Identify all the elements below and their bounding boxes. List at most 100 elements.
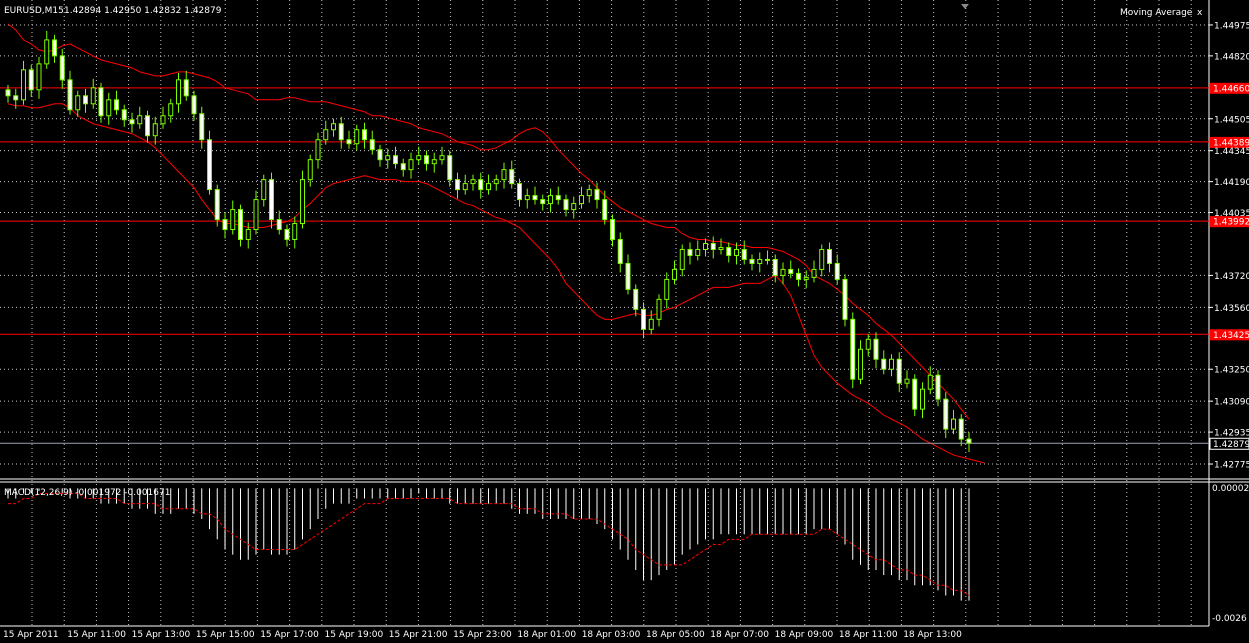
candle-body [222, 219, 228, 231]
close-icon[interactable]: x [1197, 8, 1203, 18]
chart-background [0, 0, 1249, 643]
candle-body [486, 183, 491, 191]
candle-body [710, 242, 716, 250]
candle-body [881, 358, 887, 370]
level-label: 1.43992 [1213, 218, 1249, 228]
candle-body [625, 262, 631, 290]
indicator-label: Moving Average [1120, 8, 1193, 18]
candle-body [230, 209, 236, 231]
candle-body [873, 338, 879, 360]
trading-chart[interactable]: 1.446601.443891.439921.434251.42879 1.44… [0, 0, 1249, 643]
candle-body [703, 242, 708, 250]
candle-body [137, 115, 143, 125]
candle-body [424, 155, 429, 165]
price-tick-label: 1.44345 [1214, 147, 1249, 157]
candle-body [59, 55, 65, 81]
candle-body [803, 276, 809, 280]
candle-body [462, 183, 468, 191]
current-price-label: 1.42879 [1213, 440, 1249, 450]
candle-body [811, 268, 817, 278]
candle-body [865, 338, 871, 350]
level-label: 1.44660 [1213, 84, 1249, 94]
candle-body [385, 155, 391, 161]
candle-body [447, 155, 453, 181]
candle-body [83, 95, 88, 105]
candle-body [579, 195, 584, 205]
candle-body [377, 149, 383, 161]
candle-body [207, 139, 212, 191]
candle-body [757, 258, 763, 264]
candle-body [400, 163, 406, 171]
time-tick-label: 18 Apr 13:00 [903, 630, 962, 640]
level-label: 1.43425 [1213, 331, 1249, 341]
price-tick-label: 1.44505 [1214, 115, 1249, 125]
candle-body [501, 169, 507, 181]
candle-body [532, 195, 538, 201]
time-tick-label: 15 Apr 13:00 [132, 630, 191, 640]
candle-body [958, 418, 964, 440]
candle-body [106, 99, 112, 117]
candle-body [478, 179, 484, 191]
candle-body [610, 219, 615, 241]
candle-body [393, 155, 398, 165]
price-tick-label: 1.43090 [1214, 398, 1249, 408]
time-tick-label: 18 Apr 03:00 [582, 630, 641, 640]
time-tick-label: 18 Apr 09:00 [775, 630, 834, 640]
candle-body [509, 169, 515, 185]
candle-body [819, 248, 825, 270]
candle-body [455, 179, 460, 191]
candle-body [726, 246, 732, 256]
macd-axis-bottom: -0.0026 [1212, 614, 1247, 624]
candle-body [338, 123, 344, 141]
candle-body [369, 139, 375, 151]
candle-body [563, 199, 569, 211]
candle-body [842, 278, 848, 320]
candle-body [834, 262, 840, 280]
candle-body [354, 129, 360, 145]
candle-body [540, 199, 546, 205]
candle-body [927, 374, 933, 390]
candle-body [517, 183, 522, 201]
candle-body [741, 248, 747, 260]
candle-body [323, 129, 329, 141]
candle-body [300, 179, 305, 225]
time-tick-label: 15 Apr 21:00 [389, 630, 448, 640]
price-tick-label: 1.43250 [1214, 366, 1249, 376]
time-tick-label: 18 Apr 07:00 [710, 630, 769, 640]
candle-body [493, 179, 499, 185]
candle-body [5, 89, 11, 97]
candle-body [633, 288, 639, 310]
candle-body [555, 195, 561, 201]
price-tick-label: 1.44975 [1214, 21, 1249, 31]
price-tick-label: 1.44035 [1214, 209, 1249, 219]
candle-body [269, 179, 274, 221]
time-tick-label: 15 Apr 11:00 [67, 630, 126, 640]
candle-body [470, 179, 476, 185]
candle-body [145, 115, 150, 137]
time-tick-label: 15 Apr 2011 [3, 630, 59, 640]
candle-body [679, 248, 685, 270]
price-tick-label: 1.44820 [1214, 52, 1249, 62]
candle-body [966, 438, 972, 444]
candle-body [617, 239, 623, 264]
candle-body [571, 203, 577, 211]
candle-body [36, 63, 42, 91]
candle-body [734, 248, 739, 256]
candle-body [292, 223, 298, 241]
candle-body [21, 69, 26, 101]
candle-body [191, 95, 197, 115]
candle-body [889, 358, 894, 370]
candle-body [656, 298, 662, 320]
time-tick-label: 18 Apr 11:00 [839, 630, 898, 640]
candle-body [28, 69, 34, 91]
candle-body [548, 195, 553, 205]
candle-body [331, 123, 336, 131]
candle-body [152, 123, 158, 137]
candle-body [641, 308, 646, 330]
candle-body [594, 189, 600, 201]
candle-body [44, 39, 50, 65]
time-tick-label: 18 Apr 01:00 [517, 630, 576, 640]
candle-body [98, 87, 104, 117]
macd-label: MACD(12,26,9) -0.001972 -0.001671 [4, 488, 170, 498]
price-tick-label: 1.43720 [1214, 272, 1249, 282]
